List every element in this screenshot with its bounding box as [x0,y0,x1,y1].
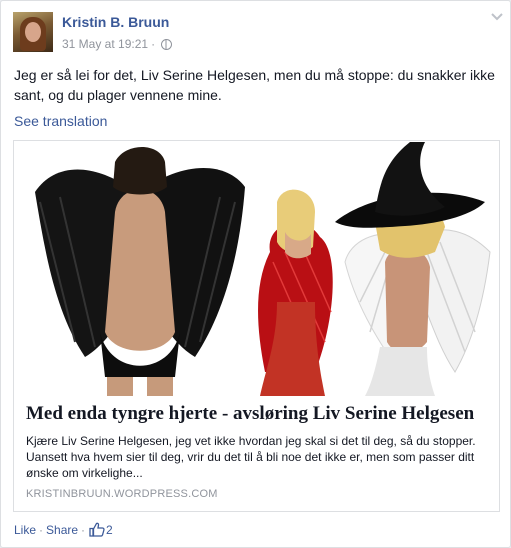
post-text: Jeg er så lei for det, Liv Serine Helges… [14,67,495,103]
like-count[interactable]: 2 [89,522,113,537]
thumbs-up-icon [89,522,105,537]
see-translation-link[interactable]: See translation [14,113,107,129]
chevron-down-icon[interactable] [490,9,504,23]
link-domain: KRISTINBRUUN.WORDPRESS.COM [26,488,218,500]
avatar[interactable] [13,12,53,52]
like-count-value: 2 [106,522,113,537]
action-separator: · [39,522,44,537]
action-separator: · [81,522,86,537]
link-preview-image [15,142,498,396]
globe-icon[interactable] [161,38,173,50]
share-button[interactable]: Share [46,523,78,537]
link-preview-card[interactable]: Med enda tyngre hjerte - avsløring Liv S… [13,140,500,512]
link-description: Kjære Liv Serine Helgesen, jeg vet ikke … [26,434,476,480]
meta-separator: · [151,37,156,51]
post-author[interactable]: Kristin B. Bruun [62,14,169,30]
link-title[interactable]: Med enda tyngre hjerte - avsløring Liv S… [26,403,474,425]
like-button[interactable]: Like [14,523,36,537]
post-timestamp[interactable]: 31 May at 19:21 [62,37,148,51]
post-meta: 31 May at 19:21 · [62,37,173,51]
feed-post: Kristin B. Bruun 31 May at 19:21 · Jeg e… [0,0,511,548]
post-actions: Like · Share · 2 [14,522,113,537]
